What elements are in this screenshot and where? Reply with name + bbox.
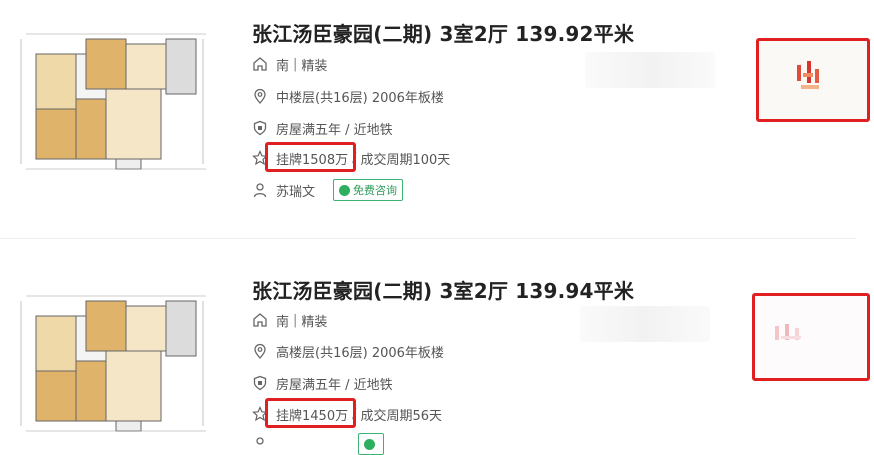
floorplan-image[interactable] — [6, 286, 216, 436]
deal-cycle-text: 成交周期100天 — [360, 152, 451, 168]
floorplan-image[interactable] — [6, 24, 216, 174]
tags-text: 房屋满五年 / 近地铁 — [276, 122, 393, 138]
price-highlight-box — [265, 142, 356, 172]
price-highlight-box — [265, 398, 356, 428]
house-icon — [252, 312, 268, 328]
deal-cycle-text: 成交周期56天 — [360, 408, 443, 424]
orientation-text: 南 — [276, 58, 290, 74]
decoration-text: 精装 — [301, 314, 328, 330]
blurred-area — [585, 52, 715, 88]
consult-label: 免费咨询 — [353, 184, 398, 197]
orientation-row: 南 | 精装 — [252, 309, 327, 331]
floor-row: 中楼层(共16层) 2006年板楼 — [252, 85, 444, 107]
floor-info-text: 中楼层(共16层) 2006年板楼 — [276, 90, 444, 106]
listing-title[interactable]: 张江汤臣豪园(二期) 3室2厅 139.94平米 — [252, 275, 634, 304]
highlighted-thumbnail[interactable] — [752, 293, 870, 381]
thumbnail-image — [755, 296, 867, 378]
highlighted-thumbnail[interactable] — [756, 38, 870, 122]
person-icon — [252, 436, 268, 452]
orientation-row: 南 | 精装 — [252, 53, 327, 75]
separator: | — [293, 312, 298, 328]
orientation-text: 南 — [276, 314, 290, 330]
blurred-area — [580, 306, 710, 342]
free-consult-button[interactable]: 免费咨询 — [333, 179, 404, 201]
listing-title[interactable]: 张江汤臣豪园(二期) 3室2厅 139.92平米 — [252, 18, 634, 47]
shield-icon — [252, 120, 268, 136]
chat-bubble-icon — [339, 184, 351, 196]
chat-bubble-icon — [364, 438, 375, 450]
tags-text: 房屋满五年 / 近地铁 — [276, 377, 393, 393]
separator: | — [293, 56, 298, 72]
house-icon — [252, 56, 268, 72]
free-consult-button[interactable] — [358, 433, 384, 455]
location-pin-icon — [252, 343, 268, 359]
tags-row: 房屋满五年 / 近地铁 — [252, 372, 393, 394]
shield-icon — [252, 375, 268, 391]
floor-info-text: 高楼层(共16层) 2006年板楼 — [276, 345, 444, 361]
decoration-text: 精装 — [301, 58, 328, 74]
thumbnail-image — [759, 41, 867, 119]
agent-name[interactable]: 苏瑞文 — [276, 181, 315, 200]
agent-row: 苏瑞文 免费咨询 — [252, 179, 404, 201]
listing-divider — [0, 238, 856, 239]
floor-row: 高楼层(共16层) 2006年板楼 — [252, 340, 444, 362]
person-icon — [252, 182, 268, 198]
agent-row — [252, 433, 384, 455]
tags-row: 房屋满五年 / 近地铁 — [252, 117, 393, 139]
location-pin-icon — [252, 88, 268, 104]
